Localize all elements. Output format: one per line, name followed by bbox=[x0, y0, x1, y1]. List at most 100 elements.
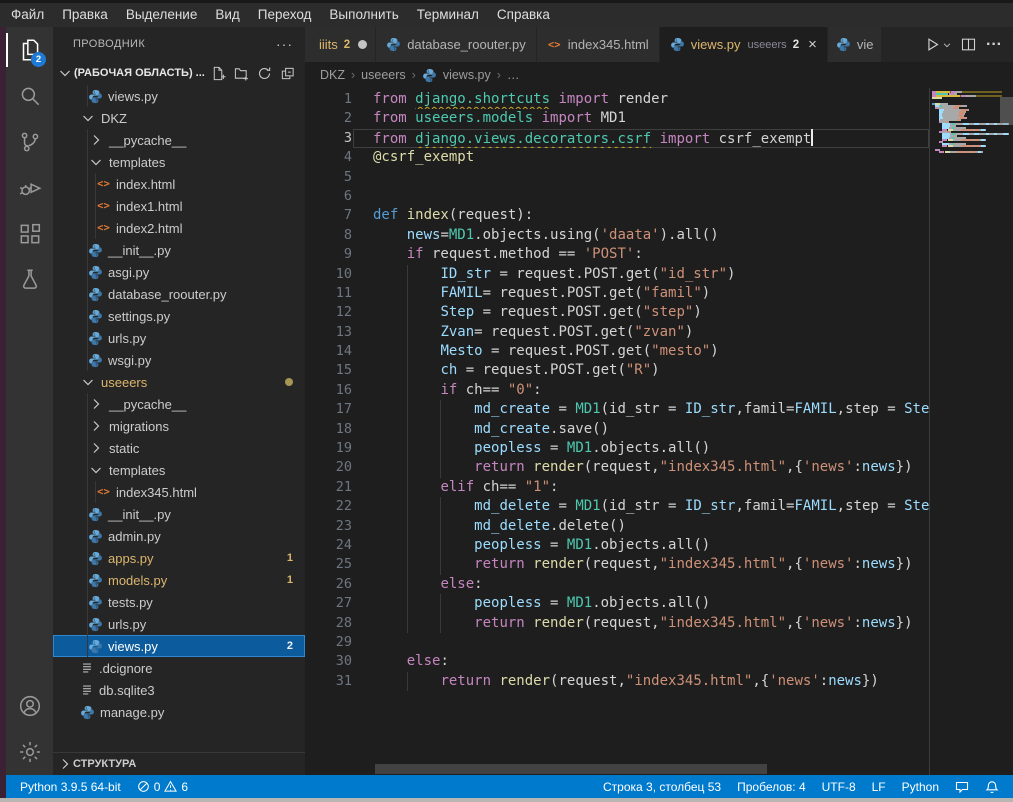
tree-folder-DKZ[interactable]: DKZ bbox=[53, 107, 305, 129]
activity-source-control-icon[interactable] bbox=[6, 119, 53, 165]
run-dropdown-icon[interactable] bbox=[941, 33, 953, 57]
tree-file-admin.py[interactable]: admin.py bbox=[53, 525, 305, 547]
code-line-11[interactable]: 11 FAMIL= request.POST.get("famil") bbox=[305, 284, 929, 303]
tree-folder-__pycache__[interactable]: __pycache__ bbox=[53, 393, 305, 415]
explorer-more-actions-icon[interactable]: ··· bbox=[276, 36, 293, 52]
code-line-15[interactable]: 15 ch = request.POST.get("R") bbox=[305, 361, 929, 380]
code-line-13[interactable]: 13 Zvan= request.POST.get("zvan") bbox=[305, 323, 929, 342]
tree-file-index.html[interactable]: <>index.html bbox=[53, 173, 305, 195]
activity-search-icon[interactable] bbox=[6, 73, 53, 119]
menu-item-правка[interactable]: Правка bbox=[53, 3, 117, 27]
code-line-5[interactable]: 5 bbox=[305, 168, 929, 187]
activity-extensions-icon[interactable] bbox=[6, 211, 53, 257]
tree-folder-migrations[interactable]: migrations bbox=[53, 415, 305, 437]
code-line-8[interactable]: 8 news=MD1.objects.using('daata').all() bbox=[305, 226, 929, 245]
collapse-all-icon[interactable] bbox=[280, 66, 295, 81]
code-line-17[interactable]: 17 md_create = MD1(id_str = ID_str,famil… bbox=[305, 400, 929, 419]
code-line-31[interactable]: 31 return render(request,"index345.html"… bbox=[305, 672, 929, 691]
code-line-28[interactable]: 28 return render(request,"index345.html"… bbox=[305, 614, 929, 633]
scrollbar-vertical[interactable] bbox=[1002, 88, 1013, 775]
activity-run-debug-icon[interactable] bbox=[6, 165, 53, 211]
menu-item-выполнить[interactable]: Выполнить bbox=[320, 3, 407, 27]
split-editor-icon[interactable] bbox=[957, 33, 979, 57]
code-line-23[interactable]: 23 md_delete.delete() bbox=[305, 517, 929, 536]
menu-item-переход[interactable]: Переход bbox=[249, 3, 321, 27]
new-file-icon[interactable] bbox=[211, 66, 226, 81]
tab-database_roouter.py[interactable]: database_roouter.py bbox=[376, 27, 537, 62]
tree-file-index1.html[interactable]: <>index1.html bbox=[53, 195, 305, 217]
code-line-22[interactable]: 22 md_delete = MD1(id_str = ID_str,famil… bbox=[305, 497, 929, 516]
tree-file-__init__.py[interactable]: __init__.py bbox=[53, 503, 305, 525]
scrollbar-vertical-thumb[interactable] bbox=[1000, 97, 1013, 125]
status-cursor-position[interactable]: Строка 3, столбец 53 bbox=[595, 780, 729, 794]
code-line-20[interactable]: 20 return render(request,"index345.html"… bbox=[305, 458, 929, 477]
tab-views.py[interactable]: views.pyuseeers2× bbox=[660, 27, 828, 62]
feedback-icon[interactable] bbox=[947, 780, 977, 794]
code-line-26[interactable]: 26 else: bbox=[305, 575, 929, 594]
code-line-3[interactable]: 3from django.views.decorators.csrf impor… bbox=[305, 129, 929, 148]
tree-file-index2.html[interactable]: <>index2.html bbox=[53, 217, 305, 239]
activity-settings-gear-icon[interactable] bbox=[6, 729, 53, 775]
minimap[interactable] bbox=[929, 88, 1013, 775]
code-line-1[interactable]: 1from django.shortcuts import render bbox=[305, 90, 929, 109]
tree-file-__init__.py[interactable]: __init__.py bbox=[53, 239, 305, 261]
menu-item-выделение[interactable]: Выделение bbox=[117, 3, 207, 27]
code-line-14[interactable]: 14 Mesto = request.POST.get("mesto") bbox=[305, 342, 929, 361]
tree-file-models.py[interactable]: models.py1 bbox=[53, 569, 305, 591]
breadcrumb-item[interactable]: … bbox=[507, 68, 520, 82]
tree-file-.dcignore[interactable]: .dcignore bbox=[53, 657, 305, 679]
code-line-4[interactable]: 4@csrf_exempt bbox=[305, 148, 929, 167]
outline-section-header[interactable]: СТРУКТУРА bbox=[53, 752, 305, 775]
code-line-30[interactable]: 30 else: bbox=[305, 652, 929, 671]
tree-folder-templates[interactable]: templates bbox=[53, 151, 305, 173]
code-line-24[interactable]: 24 peopless = MD1.objects.all() bbox=[305, 536, 929, 555]
breadcrumb-item[interactable]: DKZ bbox=[320, 68, 345, 82]
refresh-icon[interactable] bbox=[257, 66, 272, 81]
tree-folder-useeers[interactable]: useeers bbox=[53, 371, 305, 393]
breadcrumb-item[interactable]: useeers bbox=[361, 68, 405, 82]
code-editor[interactable]: 1from django.shortcuts import render2fro… bbox=[305, 88, 1013, 775]
status-python-interpreter[interactable]: Python 3.9.5 64-bit bbox=[12, 780, 129, 794]
tree-folder-static[interactable]: static bbox=[53, 437, 305, 459]
code-line-21[interactable]: 21 elif ch== "1": bbox=[305, 478, 929, 497]
tree-file-apps.py[interactable]: apps.py1 bbox=[53, 547, 305, 569]
tree-file-urls.py[interactable]: urls.py bbox=[53, 613, 305, 635]
menu-item-справка[interactable]: Справка bbox=[488, 3, 559, 27]
tree-file-views.py[interactable]: views.py bbox=[53, 85, 305, 107]
tree-file-wsgi.py[interactable]: wsgi.py bbox=[53, 349, 305, 371]
tree-folder-templates[interactable]: templates bbox=[53, 459, 305, 481]
tree-file-urls.py[interactable]: urls.py bbox=[53, 327, 305, 349]
code-line-27[interactable]: 27 peopless = MD1.objects.all() bbox=[305, 594, 929, 613]
code-line-25[interactable]: 25 return render(request,"index345.html"… bbox=[305, 555, 929, 574]
tree-file-db.sqlite3[interactable]: db.sqlite3 bbox=[53, 679, 305, 701]
status-problems[interactable]: 06 bbox=[129, 780, 196, 794]
code-line-19[interactable]: 19 peopless = MD1.objects.all() bbox=[305, 439, 929, 458]
code-line-2[interactable]: 2from useeers.models import MD1 bbox=[305, 109, 929, 128]
code-pane[interactable]: 1from django.shortcuts import render2fro… bbox=[305, 88, 929, 775]
code-line-16[interactable]: 16 if ch== "0": bbox=[305, 381, 929, 400]
tree-file-tests.py[interactable]: tests.py bbox=[53, 591, 305, 613]
code-line-10[interactable]: 10 ID_str = request.POST.get("id_str") bbox=[305, 265, 929, 284]
status-indentation[interactable]: Пробелов: 4 bbox=[729, 780, 814, 794]
more-actions-icon[interactable]: ··· bbox=[983, 33, 1005, 57]
tree-file-asgi.py[interactable]: asgi.py bbox=[53, 261, 305, 283]
menu-item-файл[interactable]: Файл bbox=[2, 3, 53, 27]
code-line-12[interactable]: 12 Step = request.POST.get("step") bbox=[305, 303, 929, 322]
tree-file-settings.py[interactable]: settings.py bbox=[53, 305, 305, 327]
activity-testing-icon[interactable] bbox=[6, 257, 53, 303]
tree-file-manage.py[interactable]: manage.py bbox=[53, 701, 305, 723]
code-line-29[interactable]: 29 bbox=[305, 633, 929, 652]
tab-vie[interactable]: vie bbox=[828, 27, 883, 62]
tree-folder-__pycache__[interactable]: __pycache__ bbox=[53, 129, 305, 151]
status-language[interactable]: Python bbox=[894, 780, 947, 794]
activity-explorer-icon[interactable]: 2 bbox=[6, 27, 53, 73]
menu-item-вид[interactable]: Вид bbox=[206, 3, 248, 27]
code-line-7[interactable]: 7def index(request): bbox=[305, 206, 929, 225]
scrollbar-horizontal-thumb[interactable] bbox=[375, 764, 767, 774]
workspace-section-header[interactable]: (РАБОЧАЯ ОБЛАСТЬ) ... bbox=[53, 61, 305, 85]
menu-item-терминал[interactable]: Терминал bbox=[408, 3, 488, 27]
run-icon[interactable] bbox=[921, 33, 943, 57]
new-folder-icon[interactable] bbox=[234, 66, 249, 81]
tree-file-views.py[interactable]: views.py2 bbox=[53, 635, 305, 657]
breadcrumb-item[interactable]: views.py bbox=[443, 68, 491, 82]
